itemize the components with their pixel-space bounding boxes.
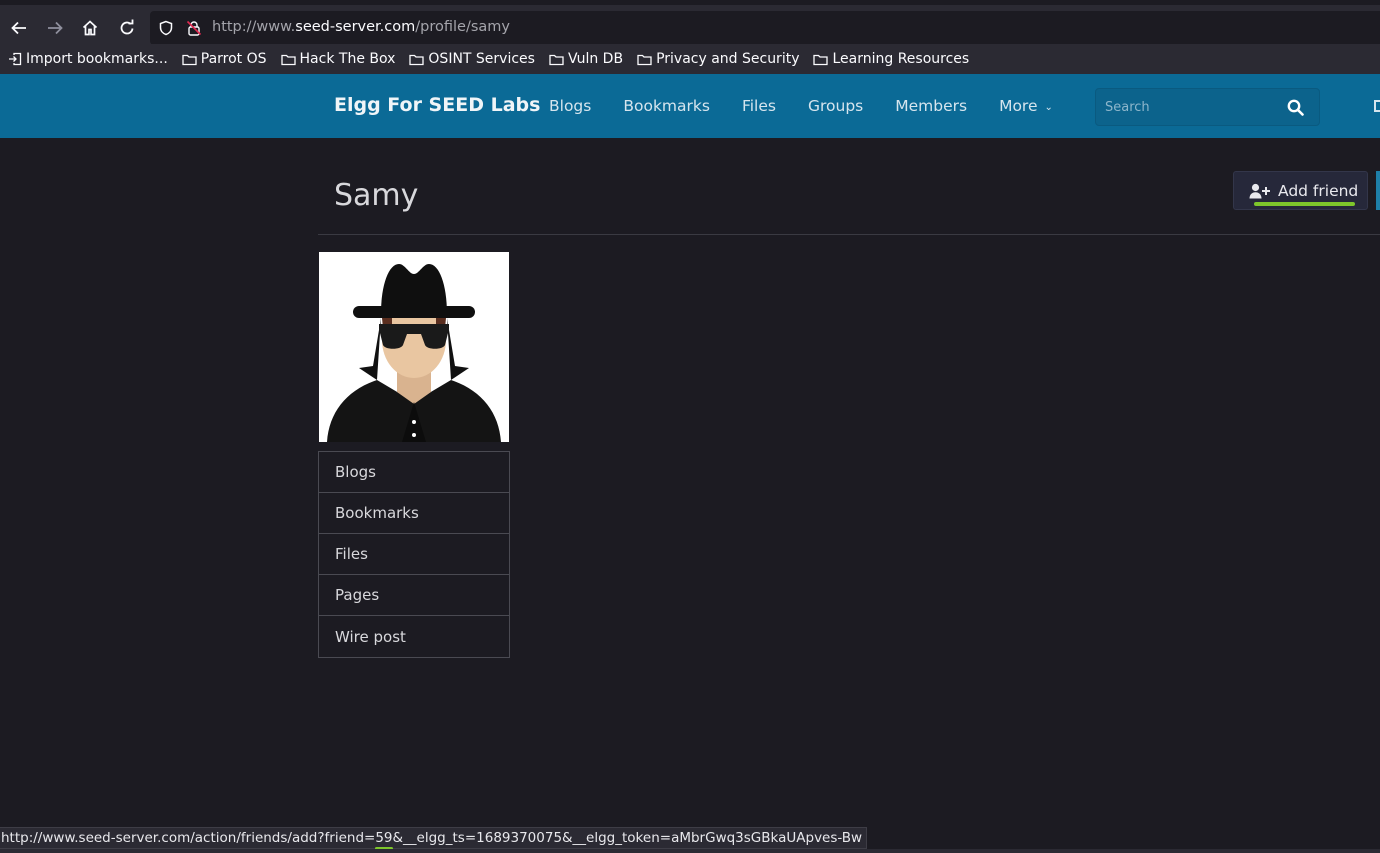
home-icon xyxy=(82,20,98,36)
bookmark-label: Learning Resources xyxy=(832,51,970,67)
url-prefix: http://www. xyxy=(212,19,296,35)
status-friend-id: 59 xyxy=(375,830,393,850)
more-label: More xyxy=(999,97,1038,115)
menu-item-more[interactable]: More ⌄ xyxy=(999,97,1053,115)
back-arrow-icon xyxy=(11,21,26,35)
status-url-suffix: &__elgg_ts=1689370075&__elgg_token=aMbrG… xyxy=(392,830,863,846)
home-button[interactable] xyxy=(75,13,105,43)
menu-item-members[interactable]: Members xyxy=(895,97,967,115)
user-plus-icon xyxy=(1249,183,1270,198)
folder-icon xyxy=(549,54,564,65)
folder-icon xyxy=(280,54,296,65)
search-icon[interactable] xyxy=(1287,99,1304,120)
send-message-button[interactable] xyxy=(1376,171,1380,210)
link-status-bar: http://www.seed-server.com/action/friend… xyxy=(0,827,868,850)
bookmark-folder-osint-services[interactable]: OSINT Services xyxy=(409,51,535,67)
site-menu: Blogs Bookmarks Files Groups Members Mor… xyxy=(549,97,1085,115)
folder-icon xyxy=(637,54,652,65)
menu-item-blogs[interactable]: Blogs xyxy=(549,97,591,115)
status-url-prefix: http://www.seed-server.com/action/friend… xyxy=(1,830,376,846)
title-divider xyxy=(318,234,1380,235)
url-path: /profile/samy xyxy=(415,19,510,35)
profile-avatar[interactable] xyxy=(319,252,509,442)
import-icon xyxy=(9,52,22,66)
window-bottom-edge xyxy=(0,849,1380,853)
menu-item-bookmarks[interactable]: Bookmarks xyxy=(623,97,710,115)
owner-menu-item-files[interactable]: Files xyxy=(319,534,509,575)
reload-icon xyxy=(120,19,134,35)
add-friend-button[interactable]: Add friend xyxy=(1233,171,1368,210)
url-bar[interactable]: http://www.seed-server.com/profile/samy xyxy=(150,11,1380,45)
folder-icon xyxy=(182,54,197,65)
bookmark-label: Parrot OS xyxy=(200,51,267,67)
chevron-down-icon: ⌄ xyxy=(1044,102,1053,113)
search-placeholder: Search xyxy=(1105,100,1150,115)
tracking-shield-icon[interactable] xyxy=(158,20,174,40)
site-header: Elgg For SEED Labs Blogs Bookmarks Files… xyxy=(0,74,1380,138)
reload-button[interactable] xyxy=(112,13,142,43)
bookmark-folder-learning-resources[interactable]: Learning Resources xyxy=(813,51,969,67)
owner-menu-item-wire-post[interactable]: Wire post xyxy=(319,616,509,657)
search-input[interactable]: Search xyxy=(1095,88,1320,126)
highlight-underline xyxy=(1254,202,1355,206)
menu-item-files[interactable]: Files xyxy=(742,97,776,115)
account-icon[interactable] xyxy=(1374,100,1380,112)
bookmark-label: Import bookmarks... xyxy=(26,51,168,67)
bookmark-folder-vuln-db[interactable]: Vuln DB xyxy=(549,51,623,67)
hacker-avatar-image xyxy=(319,252,509,442)
bookmark-label: Privacy and Security xyxy=(656,51,800,67)
folder-icon xyxy=(813,54,829,65)
menu-item-groups[interactable]: Groups xyxy=(808,97,863,115)
site-title-link[interactable]: Elgg For SEED Labs xyxy=(334,94,540,116)
owner-block-menu: Blogs Bookmarks Files Pages Wire post xyxy=(318,451,510,658)
owner-menu-item-bookmarks[interactable]: Bookmarks xyxy=(319,493,509,534)
add-friend-label: Add friend xyxy=(1278,181,1359,200)
bookmark-import[interactable]: Import bookmarks... xyxy=(8,51,168,67)
back-button[interactable] xyxy=(4,13,34,43)
folder-icon xyxy=(409,54,425,65)
forward-button[interactable] xyxy=(40,13,70,43)
url-host: seed-server.com xyxy=(295,19,416,35)
bookmark-label: Hack The Box xyxy=(299,51,396,67)
browser-toolbar: http://www.seed-server.com/profile/samy xyxy=(0,0,1380,45)
forward-arrow-icon xyxy=(48,21,63,35)
owner-menu-item-pages[interactable]: Pages xyxy=(319,575,509,616)
bookmark-folder-parrot-os[interactable]: Parrot OS xyxy=(182,51,267,67)
insecure-lock-icon[interactable] xyxy=(186,20,202,40)
owner-menu-item-blogs[interactable]: Blogs xyxy=(319,452,509,493)
bookmark-label: Vuln DB xyxy=(567,51,624,67)
bookmark-folder-privacy-security[interactable]: Privacy and Security xyxy=(637,51,799,67)
bookmarks-toolbar: Import bookmarks... Parrot OS Hack The B… xyxy=(0,44,1380,74)
bookmark-folder-hack-the-box[interactable]: Hack The Box xyxy=(280,51,396,67)
bookmark-label: OSINT Services xyxy=(428,51,535,67)
url-text[interactable]: http://www.seed-server.com/profile/samy xyxy=(212,19,510,35)
page-title: Samy xyxy=(334,178,419,213)
